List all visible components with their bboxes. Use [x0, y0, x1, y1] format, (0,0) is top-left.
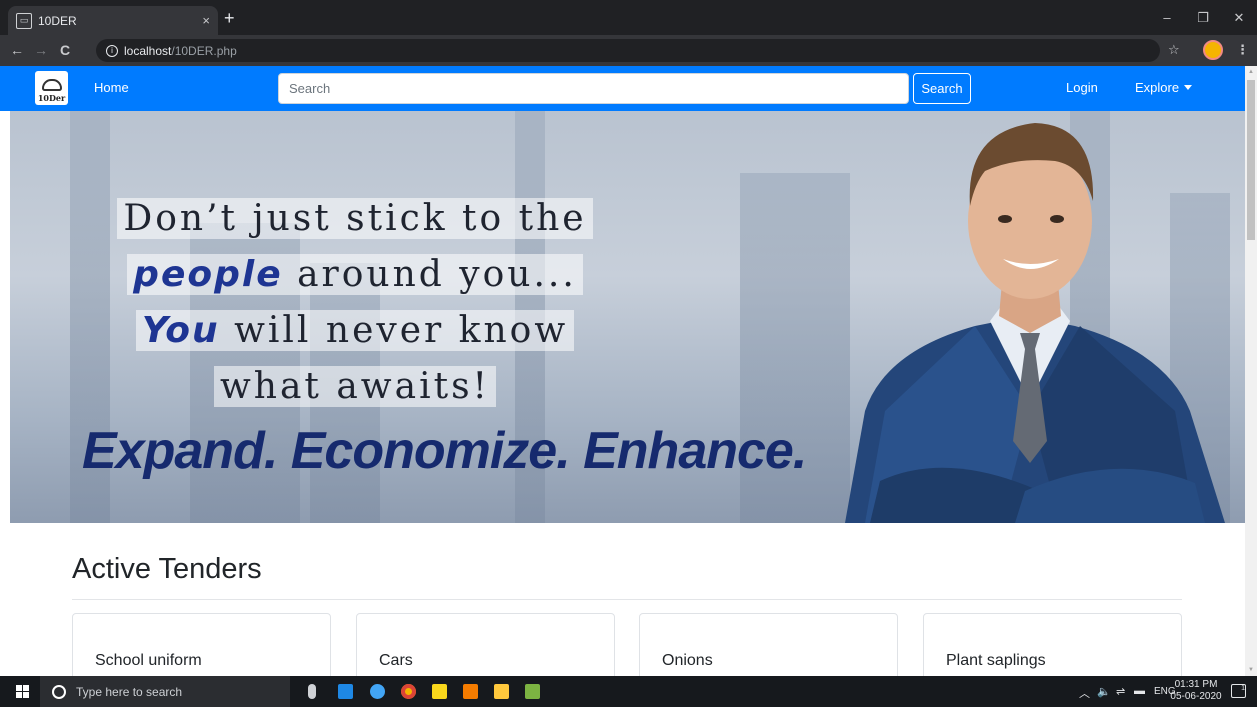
- tray-overflow-icon[interactable]: ︿: [1079, 685, 1090, 701]
- scroll-up-icon[interactable]: ▲: [1248, 69, 1254, 75]
- site-logo[interactable]: 10Der: [35, 71, 68, 105]
- microphone-icon[interactable]: [308, 684, 316, 699]
- search-input[interactable]: [278, 73, 909, 104]
- profile-avatar[interactable]: [1203, 40, 1223, 60]
- back-button[interactable]: ←: [10, 42, 24, 58]
- nav-login-link[interactable]: Login: [1066, 80, 1098, 95]
- chrome-icon[interactable]: [401, 684, 416, 699]
- site-info-icon[interactable]: i: [106, 44, 118, 57]
- maximize-button[interactable]: ❐: [1185, 0, 1221, 35]
- tab-title: 10DER: [38, 13, 77, 28]
- site-navbar: 10Der Home Search Login Explore: [0, 66, 1245, 111]
- network-icon[interactable]: ⇌: [1116, 685, 1125, 698]
- url-path: /10DER.php: [171, 43, 237, 58]
- hero-quote: Don’t just stick to the people around yo…: [10, 191, 700, 415]
- scrollbar-thumb[interactable]: [1247, 80, 1255, 240]
- quote-emphasis-people: people: [133, 254, 283, 295]
- logo-emblem-icon: [41, 79, 62, 91]
- windows-taskbar: Type here to search ︿ 🔈 ⇌ ▬ ENG 01:31 PM…: [0, 676, 1257, 707]
- nav-explore-dropdown[interactable]: Explore: [1135, 80, 1193, 95]
- app-icon[interactable]: [370, 684, 385, 699]
- taskbar-search-placeholder: Type here to search: [76, 684, 183, 699]
- battery-icon[interactable]: ▬: [1134, 685, 1145, 697]
- clock-time: 01:31 PM: [1174, 679, 1218, 690]
- forward-button[interactable]: →: [34, 42, 48, 58]
- explore-label: Explore: [1135, 80, 1180, 95]
- tender-card[interactable]: School uniform: [72, 613, 331, 683]
- scroll-down-icon[interactable]: ▼: [1248, 667, 1254, 673]
- search-button[interactable]: Search: [913, 73, 971, 104]
- new-tab-button[interactable]: +: [224, 9, 235, 27]
- active-tenders-heading: Active Tenders: [72, 553, 262, 585]
- window-close-button[interactable]: ✕: [1221, 0, 1257, 35]
- quote-emphasis-you: You: [141, 310, 220, 351]
- nav-home-link[interactable]: Home: [94, 80, 129, 95]
- tender-card[interactable]: Plant saplings: [923, 613, 1182, 683]
- browser-tab[interactable]: ▭ 10DER ×: [8, 6, 218, 35]
- minimize-button[interactable]: –: [1149, 0, 1185, 35]
- quote-line-1: Don’t just stick to the: [117, 198, 593, 239]
- quote-line-4: what awaits!: [213, 366, 497, 407]
- caret-down-icon: [1184, 85, 1193, 90]
- tender-card-title: School uniform: [95, 652, 202, 669]
- sticky-notes-icon[interactable]: [432, 684, 447, 699]
- site-favicon-icon: ▭: [16, 12, 32, 29]
- tender-card-title: Onions: [662, 652, 713, 669]
- browser-menu-icon[interactable]: ⋮: [1236, 42, 1249, 58]
- section-divider: [72, 599, 1182, 600]
- notepad-icon[interactable]: [525, 684, 540, 699]
- quote-line-2: around you...: [282, 254, 577, 295]
- cortana-icon: [52, 684, 66, 699]
- tab-close-icon[interactable]: ×: [202, 13, 210, 28]
- page-scrollbar[interactable]: ▲ ▼: [1245, 66, 1257, 676]
- quote-line-3: will never know: [219, 310, 569, 351]
- address-bar[interactable]: i localhost/10DER.php: [96, 39, 1160, 62]
- hero-banner: Don’t just stick to the people around yo…: [10, 111, 1245, 523]
- mail-app-icon[interactable]: [338, 684, 353, 699]
- url-host: localhost: [124, 43, 172, 58]
- tender-card-title: Cars: [379, 652, 413, 669]
- file-explorer-icon[interactable]: [494, 684, 509, 699]
- businessman-photo: [845, 123, 1225, 523]
- tender-card[interactable]: Cars: [356, 613, 615, 683]
- taskbar-search-box[interactable]: Type here to search: [40, 676, 290, 707]
- volume-icon[interactable]: 🔈: [1097, 685, 1111, 698]
- xampp-icon[interactable]: [463, 684, 478, 699]
- logo-text: 10Der: [37, 93, 66, 103]
- browser-toolbar: ← → C i localhost/10DER.php ☆ ⋮: [0, 35, 1257, 66]
- clock-date: 05-06-2020: [1170, 691, 1222, 702]
- bookmark-star-icon[interactable]: ☆: [1168, 42, 1180, 58]
- taskbar-clock[interactable]: 01:31 PM 05-06-2020: [1170, 679, 1222, 703]
- browser-titlebar: ▭ 10DER × + – ❐ ✕: [0, 0, 1257, 35]
- windows-start-icon[interactable]: [16, 685, 29, 698]
- hero-tagline: Expand. Economize. Enhance.: [82, 422, 807, 480]
- action-center-icon[interactable]: 1: [1231, 684, 1246, 698]
- tender-card[interactable]: Onions: [639, 613, 898, 683]
- tender-card-title: Plant saplings: [946, 652, 1046, 669]
- notification-count: 1: [1241, 685, 1245, 692]
- reload-button[interactable]: C: [60, 42, 70, 58]
